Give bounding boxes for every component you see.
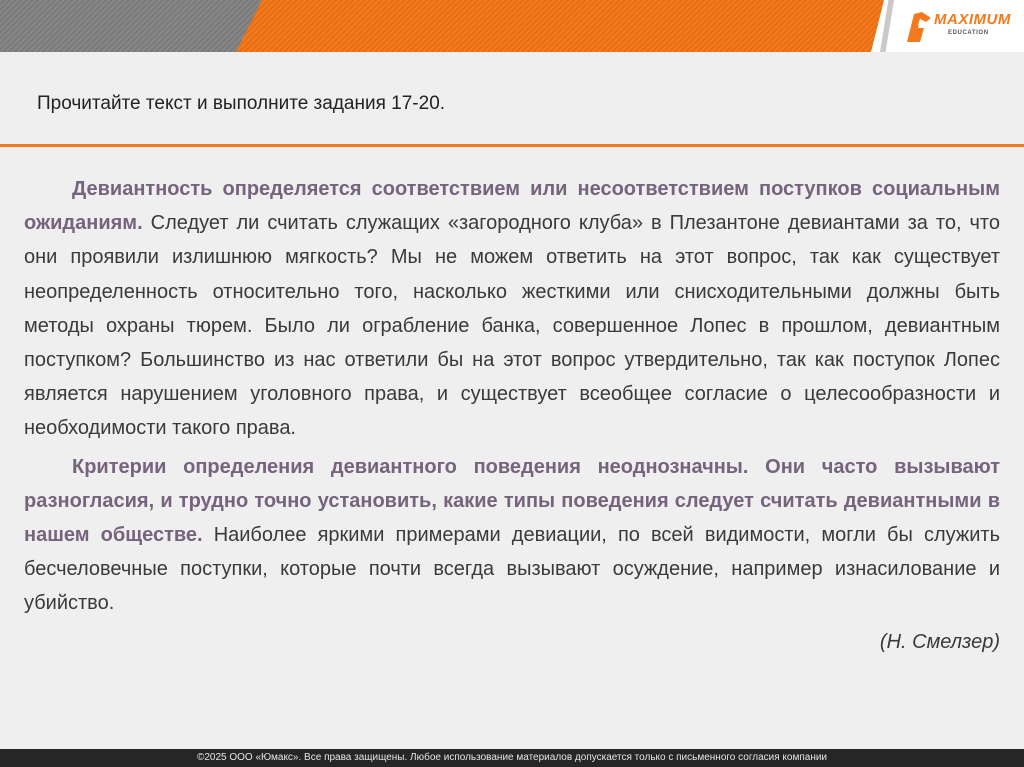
reading-text: Девиантность определяется соответствием … bbox=[24, 172, 1000, 659]
logo-brand-text: MAXIMUM bbox=[934, 11, 1011, 28]
title-divider bbox=[0, 144, 1024, 147]
banner-gray-stripe bbox=[0, 0, 262, 52]
paragraph-1: Девиантность определяется соответствием … bbox=[24, 172, 1000, 446]
copyright-footer: ©2025 ООО «Юмакс». Все права защищены. Л… bbox=[0, 749, 1024, 767]
banner-divider bbox=[880, 0, 894, 52]
title-area: Прочитайте текст и выполните задания 17-… bbox=[0, 52, 1024, 144]
author-attribution: (Н. Смелзер) bbox=[879, 630, 1000, 653]
logo-sub-text: EDUCATION bbox=[948, 30, 989, 36]
top-banner: MAXIMUM EDUCATION bbox=[0, 0, 1024, 52]
paragraph-1-text: Следует ли считать служащих «загородного… bbox=[24, 212, 1000, 440]
paragraph-2: Критерии определения девиантного поведен… bbox=[24, 450, 1000, 621]
banner-orange-stripe bbox=[236, 0, 884, 52]
task-title: Прочитайте текст и выполните задания 17-… bbox=[37, 93, 446, 114]
maximum-logo: MAXIMUM EDUCATION bbox=[904, 6, 1018, 46]
logo-mark-icon bbox=[907, 12, 931, 42]
